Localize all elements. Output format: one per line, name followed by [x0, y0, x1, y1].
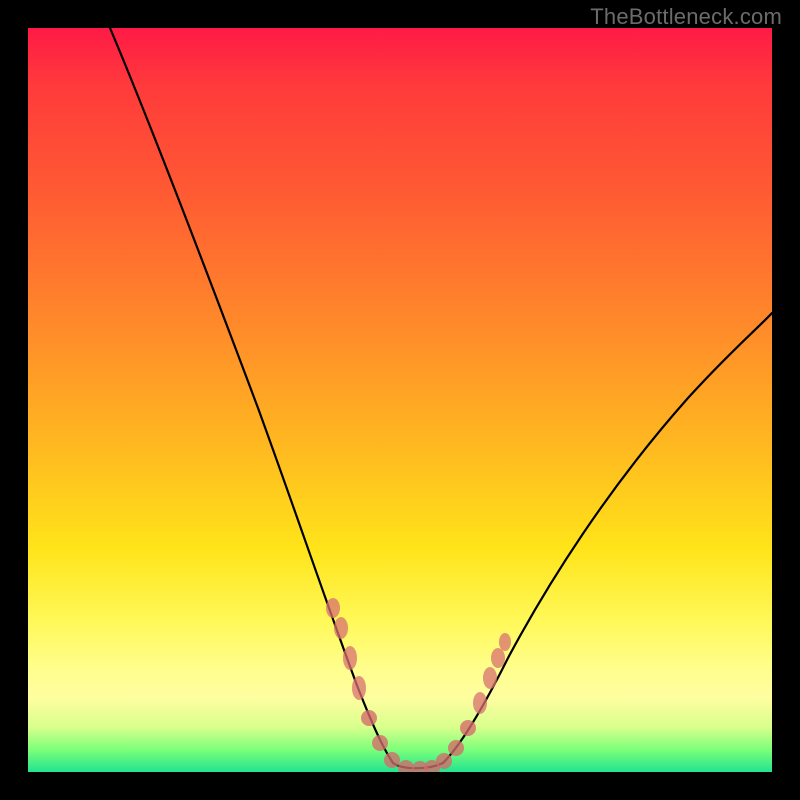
- marker-dot: [372, 735, 388, 751]
- marker-dot: [436, 753, 452, 769]
- marker-dot: [384, 752, 400, 768]
- marker-dot: [491, 648, 505, 668]
- marker-dot: [361, 710, 377, 726]
- marker-dot: [343, 646, 357, 670]
- marker-dot: [352, 676, 366, 700]
- marker-dot: [460, 720, 476, 736]
- marker-dot: [499, 633, 511, 651]
- marker-dot: [473, 692, 487, 714]
- marker-dot: [483, 667, 497, 689]
- plot-area: [28, 28, 772, 772]
- marker-dot: [398, 760, 414, 772]
- marker-dot: [334, 617, 348, 639]
- outer-frame: TheBottleneck.com: [0, 0, 800, 800]
- marker-dot: [326, 598, 340, 618]
- curve-svg: [28, 28, 772, 772]
- attribution-label: TheBottleneck.com: [590, 4, 782, 30]
- marker-group: [326, 598, 511, 772]
- curve-right-arm: [443, 313, 772, 763]
- marker-dot: [448, 740, 464, 756]
